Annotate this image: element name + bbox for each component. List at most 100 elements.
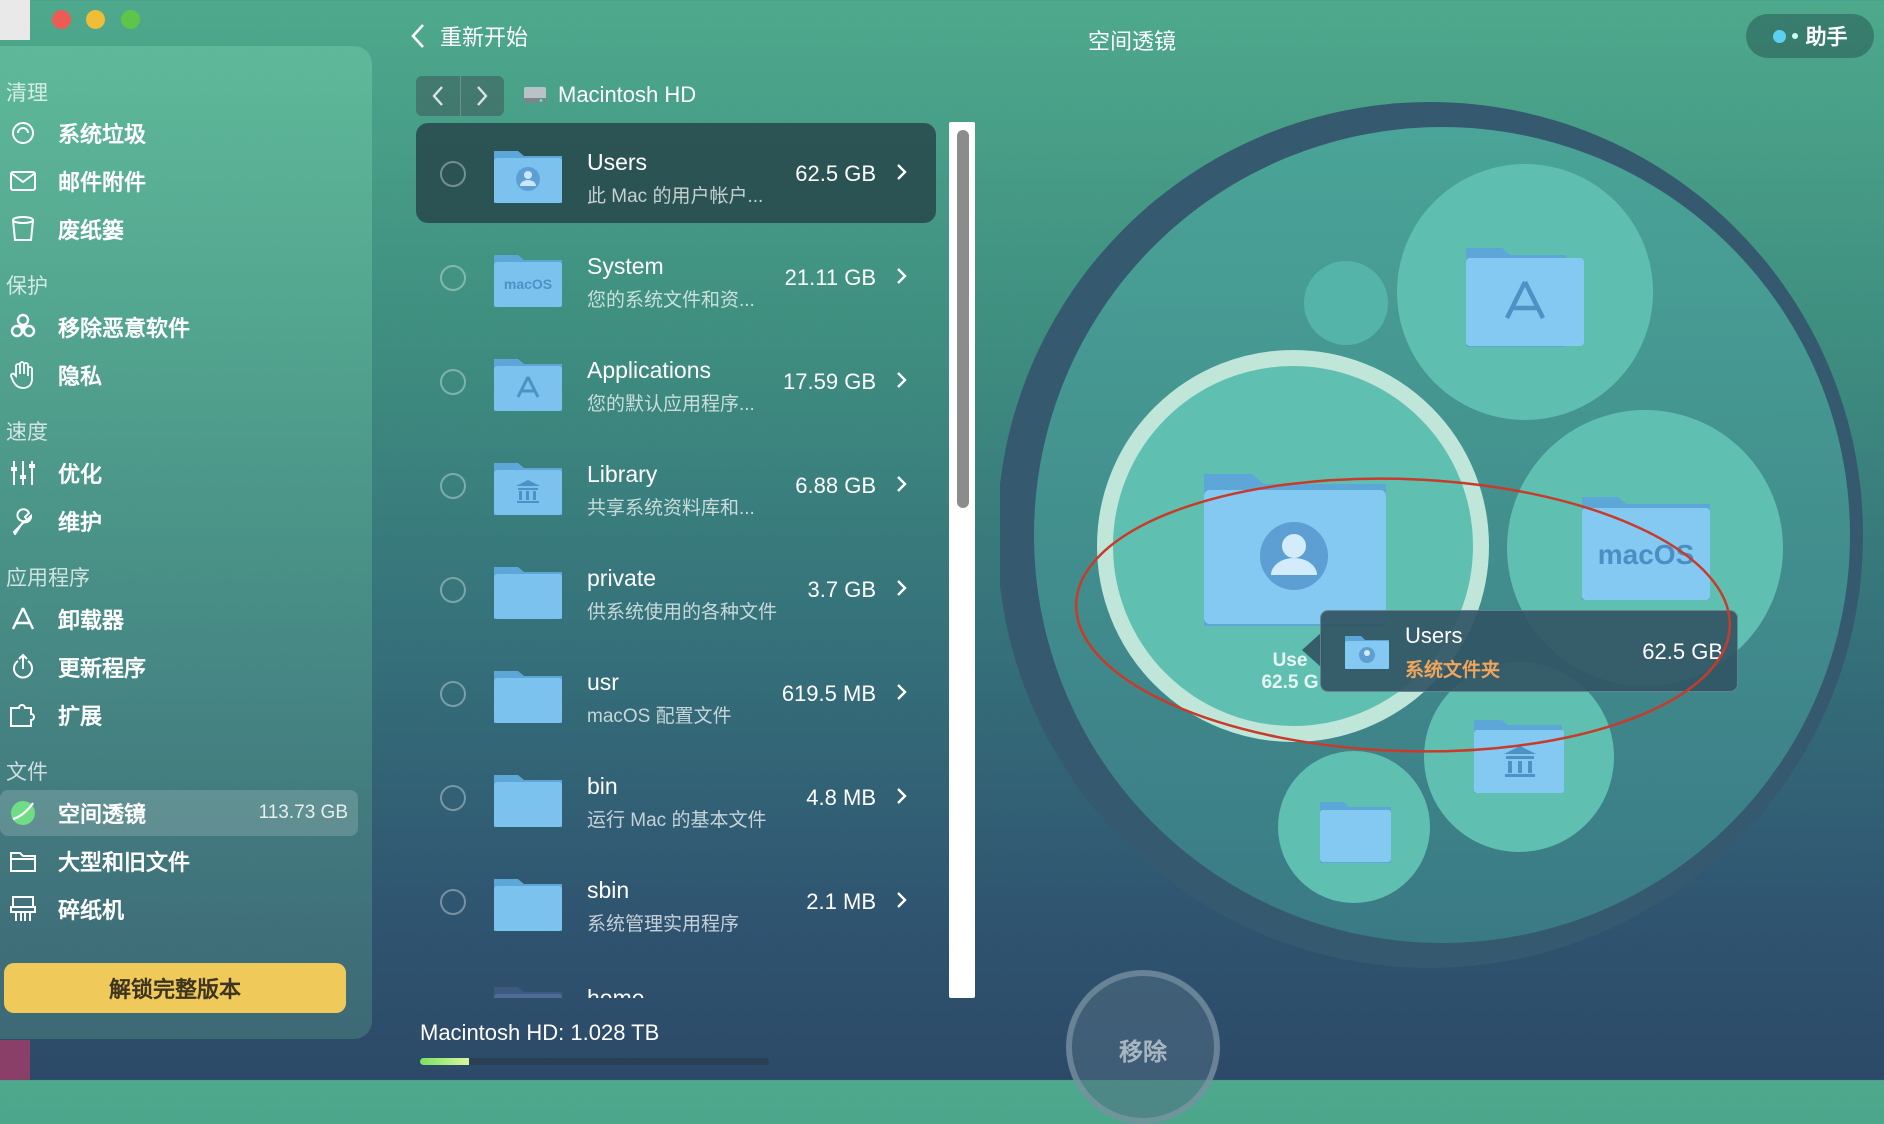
zoom-window-button[interactable] bbox=[121, 10, 140, 29]
folder-icon bbox=[8, 846, 38, 876]
small-bubble[interactable] bbox=[1304, 261, 1388, 345]
sidebar-item-shredder[interactable]: 碎纸机 bbox=[0, 886, 358, 932]
file-name: Applications bbox=[587, 357, 712, 383]
sidebar-item-label: 废纸篓 bbox=[58, 218, 125, 243]
sidebar-section-title-files: 文件 bbox=[6, 761, 48, 784]
file-description: 此 Mac 的用户帐户... bbox=[587, 186, 764, 207]
file-size: 3.7 GB bbox=[807, 577, 876, 602]
list-item[interactable]: sbin 系统管理实用程序 2.1 MB bbox=[416, 851, 936, 951]
chevron-right-icon[interactable] bbox=[896, 889, 908, 911]
chevron-right-icon[interactable] bbox=[896, 473, 908, 495]
file-size: 4.8 MB bbox=[806, 785, 876, 810]
chevron-left-icon bbox=[411, 24, 424, 48]
sidebar-section-title-speed: 速度 bbox=[6, 421, 48, 444]
select-checkbox[interactable] bbox=[440, 785, 466, 811]
list-item[interactable]: macOS System 您的系统文件和资... 21.11 GB bbox=[416, 227, 936, 327]
sidebar-item-label: 空间透镜 bbox=[58, 802, 147, 827]
user-folder-icon bbox=[494, 151, 562, 203]
list-item[interactable]: home bbox=[416, 955, 936, 998]
list-scrollbar-thumb[interactable] bbox=[957, 130, 969, 508]
select-checkbox[interactable] bbox=[440, 265, 466, 291]
sidebar-item-label: 邮件附件 bbox=[58, 170, 147, 195]
sidebar-item-label: 碎纸机 bbox=[58, 898, 125, 923]
minimize-window-button[interactable] bbox=[86, 10, 105, 29]
list-item[interactable]: usr macOS 配置文件 619.5 MB bbox=[416, 643, 936, 743]
file-name: bin bbox=[587, 773, 618, 799]
sidebar-item-system-junk[interactable]: 系统垃圾 bbox=[0, 110, 358, 156]
sidebar-item-uninstaller[interactable]: 卸载器 bbox=[0, 596, 358, 642]
file-name: home bbox=[587, 985, 645, 998]
disk-usage-fill bbox=[420, 1058, 469, 1065]
select-checkbox[interactable] bbox=[440, 369, 466, 395]
file-description: 共享系统资料库和... bbox=[587, 498, 755, 519]
sidebar-item-updater[interactable]: 更新程序 bbox=[0, 644, 358, 690]
unlock-full-version-button[interactable]: 解锁完整版本 bbox=[4, 963, 346, 1013]
chevron-right-icon[interactable] bbox=[896, 577, 908, 599]
sidebar-item-large-old-files[interactable]: 大型和旧文件 bbox=[0, 838, 358, 884]
sidebar-item-privacy[interactable]: 隐私 bbox=[0, 352, 358, 398]
page-title: 空间透镜 bbox=[1088, 29, 1177, 54]
sidebar-section-title-apps: 应用程序 bbox=[6, 567, 90, 590]
assistant-button[interactable]: 助手 bbox=[1746, 14, 1874, 58]
sidebar-item-label: 卸载器 bbox=[58, 608, 125, 633]
select-checkbox[interactable] bbox=[440, 889, 466, 915]
sidebar-item-space-lens[interactable]: 空间透镜 113.73 GB bbox=[0, 790, 358, 836]
file-size: 619.5 MB bbox=[781, 681, 876, 706]
space-lens-size: 113.73 GB bbox=[258, 802, 348, 823]
list-item[interactable]: private 供系统使用的各种文件 3.7 GB bbox=[416, 539, 936, 639]
folder-icon bbox=[494, 671, 562, 723]
chevron-right-icon[interactable] bbox=[896, 785, 908, 807]
list-item[interactable]: Applications 您的默认应用程序... 17.59 GB bbox=[416, 331, 936, 431]
list-item[interactable]: Users 此 Mac 的用户帐户... 62.5 GB bbox=[416, 123, 936, 223]
assistant-dots-icon bbox=[1772, 29, 1798, 43]
sidebar-item-malware[interactable]: 移除恶意软件 bbox=[0, 304, 358, 350]
svg-text:macOS: macOS bbox=[504, 276, 552, 292]
sidebar-section-title-protect: 保护 bbox=[6, 275, 48, 298]
file-size: 62.5 GB bbox=[795, 161, 876, 186]
wrench-icon bbox=[8, 506, 38, 536]
apps-folder-icon bbox=[1466, 248, 1584, 347]
system-junk-icon bbox=[8, 118, 38, 148]
file-name: private bbox=[587, 565, 657, 591]
select-checkbox[interactable] bbox=[440, 681, 466, 707]
remove-button-label: 移除 bbox=[1119, 1039, 1167, 1066]
back-button[interactable]: 重新开始 bbox=[410, 20, 528, 52]
folder-icon bbox=[494, 879, 562, 931]
sidebar-item-label: 优化 bbox=[58, 462, 103, 487]
file-description: macOS 配置文件 bbox=[587, 706, 732, 727]
chevron-right-icon[interactable] bbox=[896, 681, 908, 703]
file-list: Users 此 Mac 的用户帐户... 62.5 GB macOS Syste… bbox=[416, 123, 936, 998]
select-checkbox[interactable] bbox=[440, 161, 466, 187]
chevron-right-icon[interactable] bbox=[896, 161, 908, 183]
sidebar-item-trash[interactable]: 废纸篓 bbox=[0, 206, 358, 252]
file-description: 您的默认应用程序... bbox=[587, 394, 755, 415]
sidebar-item-mail-attachments[interactable]: 邮件附件 bbox=[0, 158, 358, 204]
macos-folder-icon: macOS bbox=[494, 255, 562, 307]
chevron-right-icon[interactable] bbox=[896, 369, 908, 391]
select-checkbox[interactable] bbox=[440, 473, 466, 499]
chevron-right-icon bbox=[477, 86, 488, 106]
nav-forward-button[interactable] bbox=[459, 76, 505, 116]
file-name: Users bbox=[587, 149, 648, 175]
close-window-button[interactable] bbox=[52, 10, 71, 29]
chevron-right-icon[interactable] bbox=[896, 265, 908, 287]
sidebar-item-label: 移除恶意软件 bbox=[58, 316, 191, 341]
folder-icon bbox=[494, 775, 562, 827]
sidebar-item-maintenance[interactable]: 维护 bbox=[0, 498, 358, 544]
folder-icon bbox=[494, 567, 562, 619]
list-item[interactable]: Library 共享系统资料库和... 6.88 GB bbox=[416, 435, 936, 535]
sidebar-item-label: 维护 bbox=[58, 510, 103, 535]
nav-back-button[interactable] bbox=[416, 76, 460, 116]
remove-button[interactable]: 移除 bbox=[1066, 970, 1220, 1124]
disk-usage-label: Macintosh HD: 1.028 TB bbox=[420, 1020, 660, 1045]
folder-icon bbox=[1320, 802, 1391, 863]
sidebar-item-label: 扩展 bbox=[58, 704, 103, 729]
mail-icon bbox=[8, 166, 38, 196]
file-size: 6.88 GB bbox=[795, 473, 876, 498]
sidebar-item-extensions[interactable]: 扩展 bbox=[0, 692, 358, 738]
file-name: sbin bbox=[587, 877, 630, 903]
list-item[interactable]: bin 运行 Mac 的基本文件 4.8 MB bbox=[416, 747, 936, 847]
sidebar-item-label: 更新程序 bbox=[58, 656, 147, 681]
select-checkbox[interactable] bbox=[440, 577, 466, 603]
sidebar-item-optimize[interactable]: 优化 bbox=[0, 450, 358, 496]
